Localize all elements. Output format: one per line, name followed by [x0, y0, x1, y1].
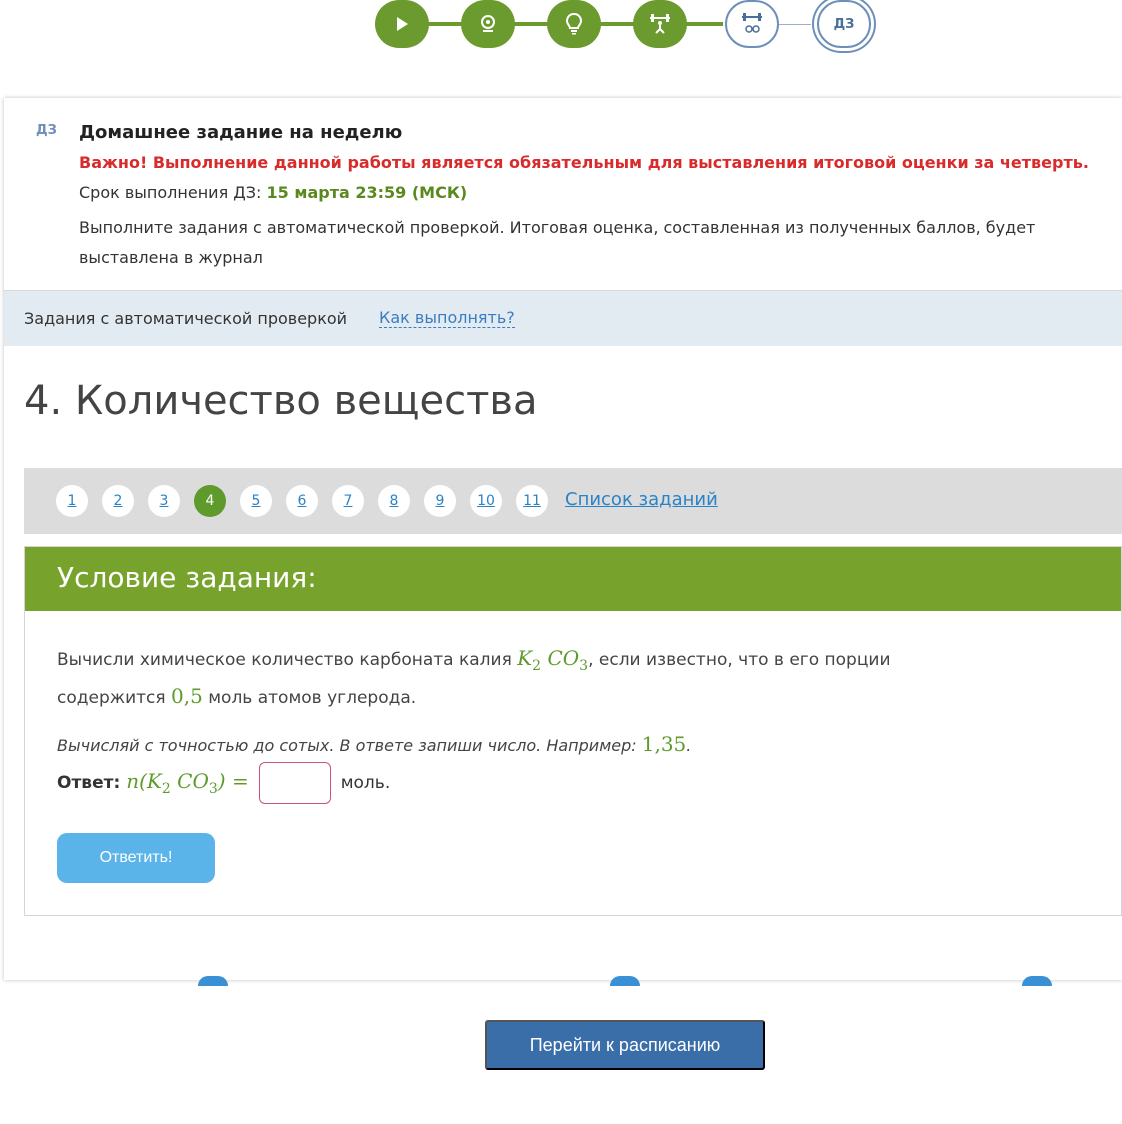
step-theory[interactable]	[547, 0, 601, 48]
hint-example: 1,35	[641, 732, 687, 756]
homework-tag: ДЗ	[36, 123, 57, 138]
condition-text: Вычисли химическое количество карбоната …	[57, 643, 997, 713]
condition-text-part3: моль атомов углерода.	[208, 688, 417, 708]
answer-label: Ответ:	[57, 773, 121, 793]
progress-steps: ДЗ	[375, 0, 875, 50]
step-connector	[511, 22, 551, 26]
webcam-icon	[481, 15, 495, 32]
deadline-label: Срок выполнения ДЗ:	[79, 183, 262, 202]
homework-info: ДЗ Домашнее задание на неделю Важно! Вып…	[4, 98, 1122, 290]
page-link-5[interactable]: 5	[240, 485, 272, 517]
task-list-link[interactable]: Список заданий	[565, 489, 718, 510]
step-connector	[597, 22, 637, 26]
answer-input[interactable]	[258, 762, 331, 804]
step-training[interactable]	[633, 0, 687, 48]
hint-period: .	[686, 736, 692, 755]
homework-important-notice: Важно! Выполнение данной работы является…	[79, 153, 1089, 172]
auto-check-label: Задания с автоматической проверкой	[24, 309, 348, 328]
page-link-7[interactable]: 7	[332, 485, 364, 517]
condition-text-part1: Вычисли химическое количество карбоната …	[57, 650, 512, 670]
page-link-10[interactable]: 10	[470, 485, 502, 517]
submit-answer-button[interactable]: Ответить!	[57, 833, 215, 883]
go-to-schedule-button[interactable]: Перейти к расписанию	[485, 1020, 765, 1070]
homework-description: Выполните задания с автоматической прове…	[79, 218, 1036, 267]
task-title: 4. Количество вещества	[24, 378, 538, 424]
auto-check-bar: Задания с автоматической проверкой Как в…	[4, 290, 1122, 346]
condition-header-text: Условие задания:	[57, 561, 317, 594]
step-homework-label: ДЗ	[833, 16, 855, 32]
homework-card: ДЗ Домашнее задание на неделю Важно! Вып…	[4, 98, 1122, 986]
nav-arc-decoration	[610, 976, 640, 986]
task-condition: Условие задания: Вычисли химическое коли…	[24, 546, 1122, 916]
step-connector	[425, 22, 465, 26]
step-video[interactable]	[375, 0, 429, 48]
hint-text: Вычисляй с точностью до сотых. В ответе …	[57, 736, 637, 755]
answer-hint: Вычисляй с точностью до сотых. В ответе …	[57, 732, 691, 756]
step-homework[interactable]: ДЗ	[817, 0, 871, 48]
answer-formula: n(K2 CO3) =	[126, 769, 249, 797]
step-connector	[683, 22, 723, 26]
step-test[interactable]	[725, 0, 779, 48]
page-link-11[interactable]: 11	[516, 485, 548, 517]
lightbulb-icon	[566, 13, 582, 35]
deadline-value: 15 марта 23:59 (МСК)	[266, 183, 468, 202]
page-link-1[interactable]: 1	[56, 485, 88, 517]
page-link-9[interactable]: 9	[424, 485, 456, 517]
page-link-8[interactable]: 8	[378, 485, 410, 517]
condition-header: Условие задания:	[25, 547, 1121, 611]
condition-amount: 0,5	[171, 684, 203, 708]
howto-link[interactable]: Как выполнять?	[379, 309, 515, 328]
nav-arc-decoration	[198, 976, 228, 986]
step-webinar[interactable]	[461, 0, 515, 48]
page-link-3[interactable]: 3	[148, 485, 180, 517]
answer-row: Ответ: n(K2 CO3) = моль.	[57, 761, 390, 805]
page-link-2[interactable]: 2	[102, 485, 134, 517]
page-link-4-active[interactable]: 4	[194, 485, 226, 517]
formula-k2co3: K2 CO3	[517, 646, 589, 674]
test-icon	[742, 13, 762, 33]
weightlifter-icon	[650, 14, 670, 34]
answer-unit: моль.	[340, 773, 391, 793]
nav-arc-decoration	[1022, 976, 1052, 986]
homework-title: Домашнее задание на неделю	[79, 122, 403, 143]
task-pager: 1 2 3 4 5 6 7 8 9 10 11 Список заданий	[24, 468, 1122, 534]
page-link-6[interactable]: 6	[286, 485, 318, 517]
play-icon	[397, 17, 408, 31]
homework-deadline: Срок выполнения ДЗ: 15 марта 23:59 (МСК)	[79, 183, 467, 202]
